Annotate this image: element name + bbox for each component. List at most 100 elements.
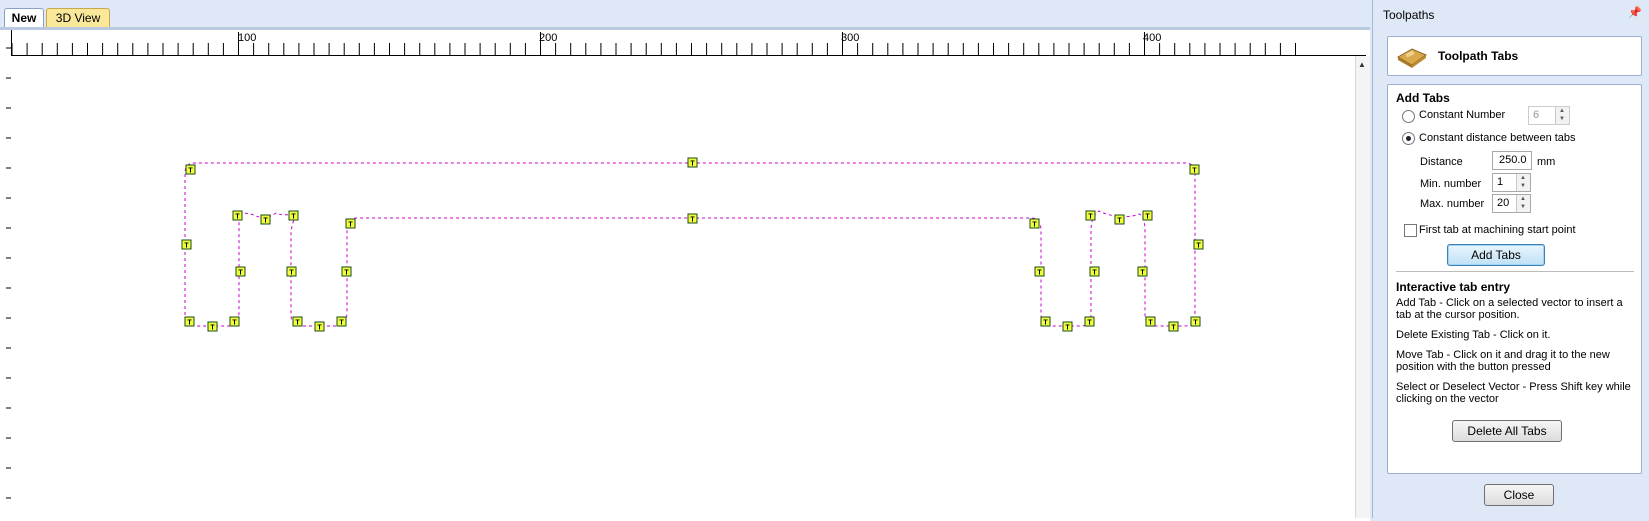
tab-marker-label: T: [1088, 214, 1093, 221]
tab-marker-label: T: [263, 218, 268, 225]
tab-marker: T: [1145, 316, 1156, 327]
constant-distance-radio[interactable]: [1402, 132, 1415, 145]
horizontal-ruler-ticks: [11, 32, 1296, 55]
tab-marker-label: T: [184, 243, 189, 250]
ruler-label-200: 200: [539, 32, 558, 44]
tab-marker: T: [1062, 321, 1073, 332]
tab-marker: T: [184, 316, 195, 327]
ruler-label-100: 100: [238, 32, 257, 44]
tab-marker: T: [292, 316, 303, 327]
constant-number-radio[interactable]: [1402, 110, 1415, 123]
tab-marker-label: T: [232, 320, 237, 327]
tab-marker: T: [687, 157, 698, 168]
tab-marker-label: T: [238, 270, 243, 277]
tab-marker: T: [207, 321, 218, 332]
distance-field[interactable]: 250.0: [1492, 151, 1532, 170]
tab-marker-label: T: [1193, 320, 1198, 327]
tab-marker: T: [288, 210, 299, 221]
first-tab-label: First tab at machining start point: [1419, 224, 1576, 236]
tab-marker: T: [260, 214, 271, 225]
min-number-value: 1: [1497, 176, 1504, 188]
tab-marker-label: T: [690, 161, 695, 168]
tab-marker: T: [336, 316, 347, 327]
max-number-stepper[interactable]: 20 ▲ ▼: [1492, 194, 1531, 213]
add-tabs-heading: Add Tabs: [1396, 91, 1450, 105]
distance-value: 250.0: [1499, 154, 1527, 166]
tab-marker: T: [1084, 316, 1095, 327]
header-title: Toolpath Tabs: [1438, 49, 1519, 63]
tab-marker: T: [286, 266, 297, 277]
view-tab-bar: New 3D View: [0, 0, 1372, 28]
help-select-vector: Select or Deselect Vector - Press Shift …: [1396, 381, 1631, 405]
tab-marker: T: [1085, 210, 1096, 221]
tab-marker-label: T: [188, 168, 193, 175]
tab-3d-view[interactable]: 3D View: [46, 8, 110, 28]
min-number-stepper[interactable]: 1 ▲ ▼: [1492, 173, 1531, 192]
vector-drawing[interactable]: T T T T T T T T T T T T T T T T T T T T T T T T T T T T T T T T: [11, 56, 1355, 518]
tab-marker: T: [1137, 266, 1148, 277]
tab-marker-label: T: [291, 214, 296, 221]
tab-marker-label: T: [187, 320, 192, 327]
tab-marker: T: [687, 213, 698, 224]
tab-marker-label: T: [1140, 270, 1145, 277]
tabs-settings-box: Add Tabs Constant Number 6 ▲ ▼ Constant d…: [1387, 84, 1642, 474]
tab-marker: T: [185, 164, 196, 175]
tab-marker: T: [1040, 316, 1051, 327]
tab-marker-label: T: [210, 325, 215, 332]
horizontal-ruler: 100 200 300 400: [10, 30, 1366, 56]
toolpath-tabs-icon: [1396, 48, 1428, 68]
tab-marker-label: T: [1037, 270, 1042, 277]
ruler-label-300: 300: [841, 32, 860, 44]
close-button[interactable]: Close: [1484, 484, 1554, 506]
tab-marker-label: T: [690, 217, 695, 224]
constant-number-stepper[interactable]: 6 ▲ ▼: [1528, 106, 1570, 125]
tab-marker: T: [1114, 214, 1125, 225]
first-tab-checkbox[interactable]: [1404, 224, 1417, 237]
help-delete-tab: Delete Existing Tab - Click on it.: [1396, 329, 1551, 341]
tab-marker: T: [1142, 210, 1153, 221]
add-tabs-button[interactable]: Add Tabs: [1447, 244, 1545, 266]
vertical-scrollbar[interactable]: ▲: [1355, 56, 1370, 518]
distance-unit: mm: [1537, 156, 1556, 168]
tab-marker: T: [1034, 266, 1045, 277]
max-number-value: 20: [1497, 197, 1510, 209]
tab-marker: T: [341, 266, 352, 277]
tab-marker-label: T: [1092, 270, 1097, 277]
vertical-ruler-ticks: [6, 47, 11, 499]
tab-marker-label: T: [1043, 320, 1048, 327]
toolpaths-panel: Toolpaths 📌 Toolpath Tabs Add Tabs Const…: [1372, 0, 1649, 518]
tab-marker-label: T: [289, 270, 294, 277]
toolpath-tabs-header: Toolpath Tabs: [1387, 36, 1642, 76]
tab-marker: T: [314, 321, 325, 332]
tab-marker-label: T: [1117, 218, 1122, 225]
tab-marker: T: [1029, 218, 1040, 229]
drawing-canvas[interactable]: T T T T T T T T T T T T T T T T T T T T T T T T T T T T T T T T: [11, 56, 1355, 518]
delete-all-tabs-button[interactable]: Delete All Tabs: [1452, 420, 1562, 442]
section-divider: [1396, 271, 1634, 272]
distance-label: Distance: [1420, 156, 1463, 168]
tab-marker: T: [1189, 164, 1200, 175]
pin-icon[interactable]: 📌: [1628, 6, 1642, 19]
help-move-tab: Move Tab - Click on it and drag it to th…: [1396, 349, 1610, 373]
min-number-label: Min. number: [1420, 178, 1482, 190]
tab-new[interactable]: New: [4, 8, 44, 28]
help-add-tab: Add Tab - Click on a selected vector to …: [1396, 297, 1623, 321]
interactive-heading: Interactive tab entry: [1396, 280, 1511, 294]
constant-distance-label: Constant distance between tabs: [1419, 132, 1576, 144]
tab-marker-label: T: [1087, 320, 1092, 327]
tab-marker-label: T: [1148, 320, 1153, 327]
tab-marker-label: T: [339, 320, 344, 327]
tab-marker-label: T: [348, 222, 353, 229]
tab-marker-label: T: [1032, 222, 1037, 229]
tab-marker-label: T: [317, 325, 322, 332]
panel-title: Toolpaths: [1383, 8, 1435, 22]
tab-marker: T: [1168, 321, 1179, 332]
constant-number-value: 6: [1533, 109, 1540, 121]
scroll-up-arrow-icon[interactable]: ▲: [1358, 60, 1366, 69]
tab-marker: T: [235, 266, 246, 277]
tab-marker-label: T: [1145, 214, 1150, 221]
tab-marker: T: [1193, 239, 1204, 250]
constant-number-label: Constant Number: [1419, 109, 1506, 121]
tab-marker-label: T: [1196, 243, 1201, 250]
vector-outline: [184, 162, 1196, 327]
